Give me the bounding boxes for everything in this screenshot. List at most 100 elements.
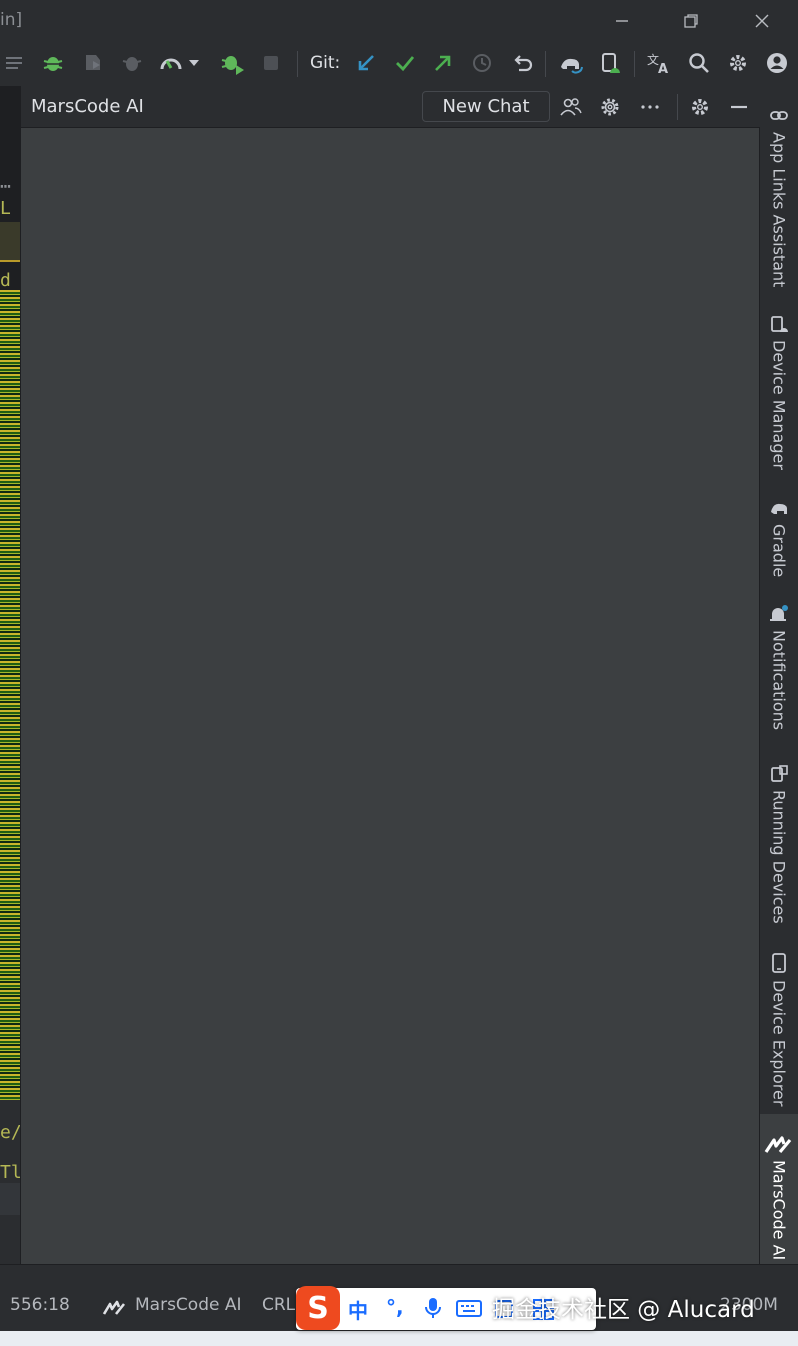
right-tool-strip: App Links Assistant Device Manager Gradl…: [760, 86, 798, 1264]
tool-label: Notifications: [769, 630, 789, 731]
ellipsis-icon: [641, 105, 659, 109]
new-chat-button[interactable]: New Chat: [422, 91, 550, 122]
editor-fragment: Tl: [0, 1162, 20, 1183]
editor-code-lines: [0, 290, 20, 1190]
watermark: 掘金技术社区 @ Alucard: [492, 1297, 755, 1323]
ime-mode[interactable]: 中: [348, 1295, 368, 1324]
tool-device-manager[interactable]: Device Manager: [760, 314, 798, 470]
marscode-status-icon: [102, 1300, 126, 1315]
title-bar: in]: [0, 0, 798, 42]
users-icon: [560, 98, 582, 116]
panel-settings-button[interactable]: [595, 92, 625, 122]
close-button[interactable]: [742, 6, 782, 36]
toolbar-separator: [297, 51, 298, 77]
main-toolbar: Git: 文A: [0, 42, 798, 86]
gear-outline-icon: [601, 98, 619, 116]
tool-notifications[interactable]: Notifications: [760, 604, 798, 730]
bell-icon: [770, 605, 788, 621]
clock-icon: [473, 54, 491, 72]
tool-label: MarsCode AI: [769, 1160, 789, 1261]
caret-position[interactable]: 556:18: [10, 1295, 70, 1315]
window-title: in]: [0, 10, 23, 30]
phone-icon: [772, 953, 786, 973]
device-manager-button[interactable]: [595, 48, 625, 78]
toolbar-separator: [634, 51, 635, 77]
hide-panel-button[interactable]: [724, 92, 754, 122]
profiler-dropdown[interactable]: [184, 48, 204, 78]
coverage-button[interactable]: [78, 48, 108, 78]
git-label: Git:: [310, 53, 341, 73]
marscode-icon: [764, 1136, 792, 1154]
editor-selected-line: [0, 1183, 20, 1215]
tool-gradle[interactable]: Gradle: [760, 498, 798, 577]
search-icon: [689, 53, 709, 73]
microphone-icon[interactable]: [424, 1297, 442, 1321]
minimize-button[interactable]: [602, 6, 642, 36]
structure-button[interactable]: [0, 48, 30, 78]
more-options-button[interactable]: [635, 92, 665, 122]
bug-grey-icon: [122, 57, 142, 71]
tool-app-links-assistant[interactable]: App Links Assistant: [760, 106, 798, 287]
git-rollback-button[interactable]: [507, 48, 537, 78]
tool-marscode-ai[interactable]: MarsCode AI: [760, 1114, 798, 1264]
stop-icon: [264, 56, 278, 70]
gradle-sync-icon: [561, 58, 583, 74]
chevron-down-icon: [189, 60, 199, 66]
user-avatar-icon: [767, 53, 787, 73]
git-update-button[interactable]: [351, 48, 381, 78]
editor-gutter-strip[interactable]: ⋯ L d e/ Tl: [0, 86, 20, 1264]
link-icon: [770, 111, 788, 120]
phone-android-icon: [602, 53, 620, 73]
tool-running-devices[interactable]: Running Devices: [760, 764, 798, 924]
arrow-up-right-icon: [435, 55, 451, 71]
editor-fragment: d: [0, 270, 11, 291]
translate-button[interactable]: 文A: [644, 48, 674, 78]
svg-text:A: A: [658, 62, 668, 75]
translate-icon: 文A: [647, 52, 668, 75]
attach-debugger-button[interactable]: [117, 48, 147, 78]
checkmark-icon: [396, 56, 415, 72]
ime-punctuation[interactable]: °,: [386, 1295, 404, 1319]
bug-icon: [43, 57, 63, 71]
bug-apply-icon: [221, 56, 244, 75]
shield-run-icon: [86, 55, 100, 70]
profiler-button[interactable]: [156, 48, 186, 78]
restore-button[interactable]: [671, 6, 711, 36]
settings-button[interactable]: [723, 48, 753, 78]
close-icon: [755, 14, 769, 28]
marscode-panel: MarsCode AI New Chat: [20, 86, 761, 1264]
list-icon: [6, 57, 22, 69]
gauge-icon: [160, 58, 182, 70]
arrow-down-left-icon: [358, 55, 374, 71]
minimize-icon: [616, 20, 628, 22]
taskbar-edge: [0, 1331, 798, 1346]
chat-content-area[interactable]: [21, 128, 761, 1264]
ime-logo[interactable]: S: [296, 1286, 340, 1330]
tool-label: Gradle: [769, 524, 789, 578]
running-devices-icon: [771, 765, 788, 782]
panel-header: MarsCode AI New Chat: [21, 86, 761, 128]
stop-button[interactable]: [256, 48, 286, 78]
tool-device-explorer[interactable]: Device Explorer: [760, 952, 798, 1106]
gear-icon: [692, 99, 708, 115]
git-commit-button[interactable]: [390, 48, 420, 78]
keyboard-icon[interactable]: [456, 1299, 482, 1319]
toolbar-separator: [545, 51, 546, 77]
undo-icon: [514, 55, 533, 72]
gradle-elephant-icon: [771, 503, 787, 514]
tool-window-options-button[interactable]: [685, 92, 715, 122]
contacts-button[interactable]: [556, 92, 586, 122]
sync-gradle-button[interactable]: [556, 48, 586, 78]
debug-button[interactable]: [38, 48, 68, 78]
apply-changes-button[interactable]: [218, 48, 248, 78]
editor-fragment: L: [0, 198, 11, 219]
marscode-status[interactable]: MarsCode AI: [135, 1295, 242, 1315]
panel-title: MarsCode AI: [31, 96, 144, 117]
tool-label: Running Devices: [769, 790, 789, 924]
restore-icon: [684, 14, 698, 28]
search-button[interactable]: [684, 48, 714, 78]
git-history-button[interactable]: [467, 48, 497, 78]
git-push-button[interactable]: [428, 48, 458, 78]
account-button[interactable]: [762, 48, 792, 78]
line-separator[interactable]: CRL: [262, 1295, 295, 1315]
